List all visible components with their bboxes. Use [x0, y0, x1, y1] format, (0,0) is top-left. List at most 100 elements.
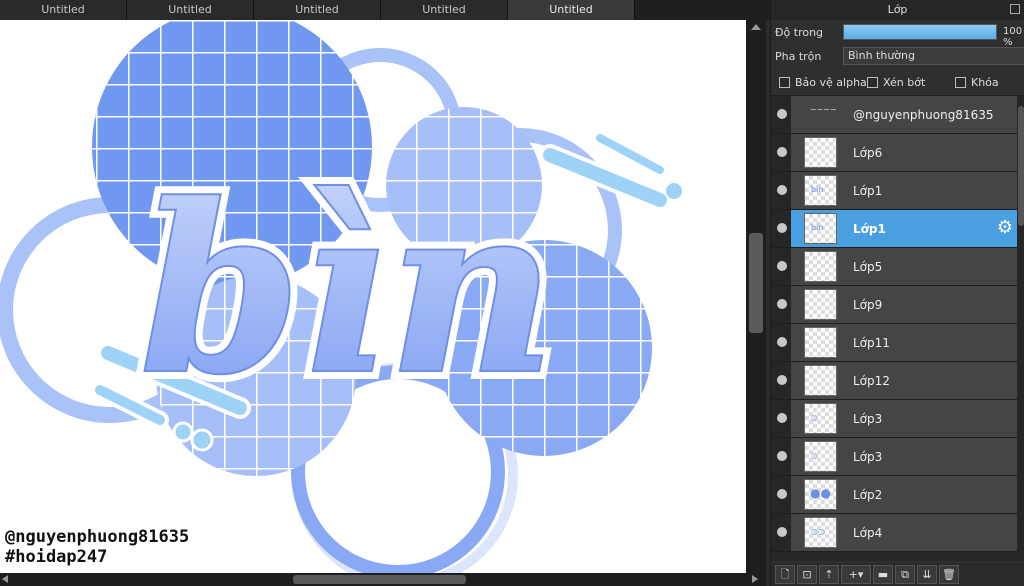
- visibility-eye-icon[interactable]: [777, 527, 787, 537]
- new-layer-icon[interactable]: 🗋: [775, 565, 795, 584]
- opacity-slider-fill: [844, 25, 996, 39]
- visibility-eye-icon[interactable]: [777, 223, 787, 233]
- layer-options: Bảo vệ alpha Xén bớt Khóa: [771, 68, 1024, 96]
- layer-row[interactable]: ○ Lớp3: [771, 400, 1017, 438]
- blend-mode-select[interactable]: Bình thường: [843, 47, 1024, 65]
- layer-row[interactable]: Lớp5: [771, 248, 1017, 286]
- layer-toolbar: 🗋 ⊡ ⇡ +▾ ▬ ⧉ ⇊ 🗑: [771, 563, 1024, 586]
- layer-name: Lớp1: [853, 184, 883, 198]
- trash-icon[interactable]: 🗑: [939, 565, 959, 584]
- layer-thumbnail: [804, 327, 837, 358]
- duplicate-icon[interactable]: ⧉: [895, 565, 915, 584]
- horizontal-scroll-thumb[interactable]: [293, 575, 466, 584]
- layer-thumbnail: ○: [804, 441, 837, 472]
- layer-thumbnail: ○○: [804, 517, 837, 548]
- layer-scroll-thumb[interactable]: [1018, 106, 1024, 226]
- layer-name: Lớp1: [853, 222, 886, 236]
- visibility-eye-icon[interactable]: [777, 147, 787, 157]
- scroll-up-icon[interactable]: [751, 24, 761, 30]
- clipping-box: [867, 77, 878, 88]
- scroll-right-icon[interactable]: [752, 575, 758, 583]
- layer-thumbnail: ●●: [804, 479, 837, 510]
- layer-row[interactable]: ○ Lớp3: [771, 438, 1017, 476]
- watermark-username: @nguyenphuong81635: [5, 527, 190, 547]
- layer-panel: Lớp Độ trong 100 % Pha trộn Bình thường …: [770, 0, 1024, 586]
- artwork-lettering-fill: bìn: [140, 155, 555, 425]
- layer-thumbnail: ~~~~: [804, 99, 837, 130]
- layer-name: Lớp3: [853, 412, 883, 426]
- visibility-eye-icon[interactable]: [777, 413, 787, 423]
- layer-row[interactable]: ●● Lớp2: [771, 476, 1017, 514]
- layer-panel-header: Lớp: [771, 0, 1024, 20]
- visibility-eye-icon[interactable]: [777, 185, 787, 195]
- layer-name: Lớp4: [853, 526, 883, 540]
- layer-name: Lớp5: [853, 260, 883, 274]
- layer-name: Lớp11: [853, 336, 890, 350]
- layer-row[interactable]: Lớp12: [771, 362, 1017, 400]
- layer-row[interactable]: Lớp6: [771, 134, 1017, 172]
- protect-alpha-label: Bảo vệ alpha: [795, 76, 867, 89]
- watermark-hashtag: #hoidap247: [5, 547, 108, 567]
- layer-thumbnail: [804, 289, 837, 320]
- layer-list: ~~~~ @nguyenphuong81635 Lớp6 bìn Lớp1 bìn L…: [771, 96, 1017, 561]
- layer-thumbnail: [804, 137, 837, 168]
- layer-name: Lớp12: [853, 374, 890, 388]
- import-icon[interactable]: ⇡: [819, 565, 839, 584]
- document-tabs: Untitled Untitled Untitled Untitled Unti…: [0, 0, 770, 20]
- folder-icon[interactable]: ▬: [873, 565, 893, 584]
- drawing-canvas[interactable]: bìn bìn @nguyenphuong81635 #hoidap247: [0, 20, 746, 573]
- visibility-eye-icon[interactable]: [777, 261, 787, 271]
- tab-untitled-4[interactable]: Untitled: [381, 0, 508, 20]
- layer-row-selected[interactable]: bìn Lớp1 ⚙: [771, 210, 1017, 248]
- visibility-eye-icon[interactable]: [777, 375, 787, 385]
- merge-icon[interactable]: ⇊: [917, 565, 937, 584]
- artwork: bìn bìn: [0, 20, 682, 573]
- opacity-row: Độ trong 100 %: [771, 20, 1024, 48]
- layer-row[interactable]: Lớp9: [771, 286, 1017, 324]
- lock-box: [955, 77, 966, 88]
- app-window: Untitled Untitled Untitled Untitled Unti…: [0, 0, 1024, 586]
- canvas-vertical-scrollbar[interactable]: [746, 20, 766, 573]
- layer-list-scrollbar[interactable]: [1017, 96, 1024, 561]
- add-icon[interactable]: +▾: [841, 565, 871, 584]
- layer-name: Lớp6: [853, 146, 883, 160]
- layer-row[interactable]: ○○ Lớp4: [771, 514, 1017, 552]
- visibility-eye-icon[interactable]: [777, 489, 787, 499]
- visibility-eye-icon[interactable]: [777, 299, 787, 309]
- layer-thumbnail: bìn: [804, 175, 837, 206]
- tab-untitled-3[interactable]: Untitled: [254, 0, 381, 20]
- layer-name: Lớp9: [853, 298, 883, 312]
- clipping-checkbox[interactable]: Xén bớt: [867, 76, 925, 89]
- tab-untitled-2[interactable]: Untitled: [127, 0, 254, 20]
- layer-name: @nguyenphuong81635: [853, 108, 994, 122]
- visibility-eye-icon[interactable]: [777, 109, 787, 119]
- canvas-horizontal-scrollbar[interactable]: [0, 573, 766, 586]
- tab-untitled-5[interactable]: Untitled: [508, 0, 635, 20]
- layer-panel-title: Lớp: [887, 3, 908, 16]
- clipping-label: Xén bớt: [883, 76, 926, 89]
- protect-alpha-checkbox[interactable]: Bảo vệ alpha: [779, 76, 867, 89]
- protect-alpha-box: [779, 77, 790, 88]
- tab-untitled-1[interactable]: Untitled: [0, 0, 127, 20]
- expand-icon[interactable]: [1010, 4, 1020, 14]
- scroll-left-icon[interactable]: [2, 575, 8, 583]
- gear-icon[interactable]: ⚙: [997, 219, 1013, 237]
- visibility-eye-icon[interactable]: [777, 337, 787, 347]
- layer-row[interactable]: ~~~~ @nguyenphuong81635: [771, 96, 1017, 134]
- opacity-slider[interactable]: [843, 24, 997, 40]
- blend-row: Pha trộn Bình thường: [771, 44, 1024, 68]
- layer-name: Lớp3: [853, 450, 883, 464]
- layer-row[interactable]: bìn Lớp1: [771, 172, 1017, 210]
- layer-thumbnail: [804, 365, 837, 396]
- layer-thumbnail: ○: [804, 403, 837, 434]
- blend-label: Pha trộn: [775, 50, 822, 63]
- visibility-eye-icon[interactable]: [777, 451, 787, 461]
- vertical-scroll-thumb[interactable]: [749, 233, 763, 333]
- new-raster-icon[interactable]: ⊡: [797, 565, 817, 584]
- layer-row[interactable]: Lớp11: [771, 324, 1017, 362]
- layer-thumbnail: bìn: [804, 213, 837, 244]
- lock-label: Khóa: [971, 76, 999, 89]
- lock-checkbox[interactable]: Khóa: [955, 76, 999, 89]
- layer-name: Lớp2: [853, 488, 883, 502]
- layer-thumbnail: [804, 251, 837, 282]
